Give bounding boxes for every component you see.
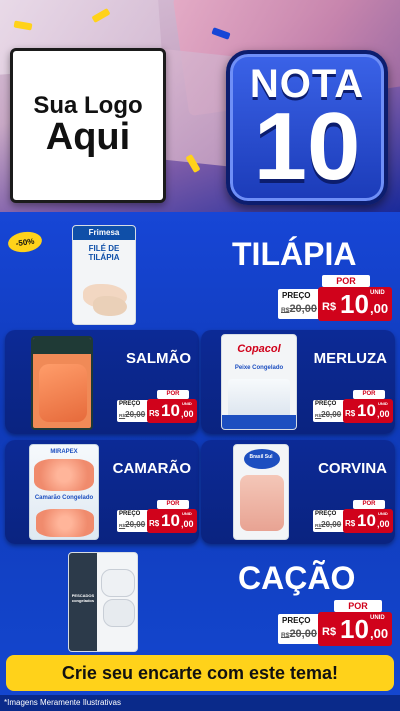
featured-offer-cacao[interactable]: PESCADOS congelados CAÇÃO POR PREÇO R$20… [0,548,400,660]
product-image-tilapia: Frimesa FILÉ DE TILÁPIA [72,225,136,325]
product-name: CORVINA [318,460,387,477]
nota-10-badge: NOTA 10 [226,50,388,205]
header-banner: Sua Logo Aqui NOTA 10 [0,0,400,212]
product-name: MERLUZA [313,350,387,367]
old-price: R$20,00 [119,410,146,419]
price-tag: POR PREÇO R$20,00 R$ 10 ,00 UNID [313,390,393,424]
price-tag: POR PREÇO R$20,00 R$ 10 ,00 UNID [313,500,393,534]
product-image-corvina: Brasil Sul [233,444,289,540]
new-price: R$ 10 ,00 UNID [318,612,392,646]
old-price: R$20,00 [119,520,146,529]
new-price: R$ 10 ,00 UNID [343,399,393,423]
featured-offer-tilapia[interactable]: Frimesa FILÉ DE TILÁPIA TILÁPIA POR PREÇ… [0,218,400,330]
disclaimer-note: *Imagens Meramente Ilustrativas [0,695,400,711]
nota-number: 10 [253,93,361,201]
logo-line-1: Sua Logo [33,91,143,119]
new-price: R$ 10 ,00 UNID [147,509,197,533]
price-tag: POR PREÇO R$20,00 R$ 10 ,00 UNID [117,500,197,534]
old-price: R$20,00 [315,410,342,419]
offer-card-corvina[interactable]: Brasil Sul CORVINA POR PREÇO R$20,00 R$ … [201,440,395,544]
product-image-salmao [31,336,93,430]
product-image-cacao: PESCADOS congelados [68,552,138,652]
new-price: R$ 10 ,00 UNID [318,287,392,321]
product-name: TILÁPIA [232,236,357,272]
logo-placeholder[interactable]: Sua Logo Aqui [10,48,166,203]
logo-line-2: Aqui [45,116,131,159]
old-price: R$20,00 [281,628,317,640]
old-price: R$20,00 [281,303,317,315]
product-name: SALMÃO [126,350,191,367]
price-tag: POR PREÇO R$20,00 R$ 10 ,00 UNID [117,390,197,424]
cta-banner[interactable]: Crie seu encarte com este tema! [6,655,394,691]
new-price: R$ 10 ,00 UNID [343,509,393,533]
new-price: R$ 10 ,00 UNID [147,399,197,423]
product-image-camarao: MIRAPEX Camarão Congelado [29,444,99,540]
price-tag: POR PREÇO R$20,00 R$ 10 ,00 UNID [278,600,392,646]
product-image-merluza: Copacol Peixe Congelado [221,334,297,430]
price-tag: POR PREÇO R$20,00 R$ 10 ,00 UNID [278,275,392,321]
old-price: R$20,00 [315,520,342,529]
offer-card-camarao[interactable]: MIRAPEX Camarão Congelado CAMARÃO POR PR… [5,440,199,544]
offer-card-salmao[interactable]: SALMÃO POR PREÇO R$20,00 R$ 10 ,00 UNID [5,330,199,434]
offer-card-merluza[interactable]: Copacol Peixe Congelado MERLUZA POR PREÇ… [201,330,395,434]
product-name: CAMARÃO [112,460,191,477]
product-name: CAÇÃO [238,560,356,596]
